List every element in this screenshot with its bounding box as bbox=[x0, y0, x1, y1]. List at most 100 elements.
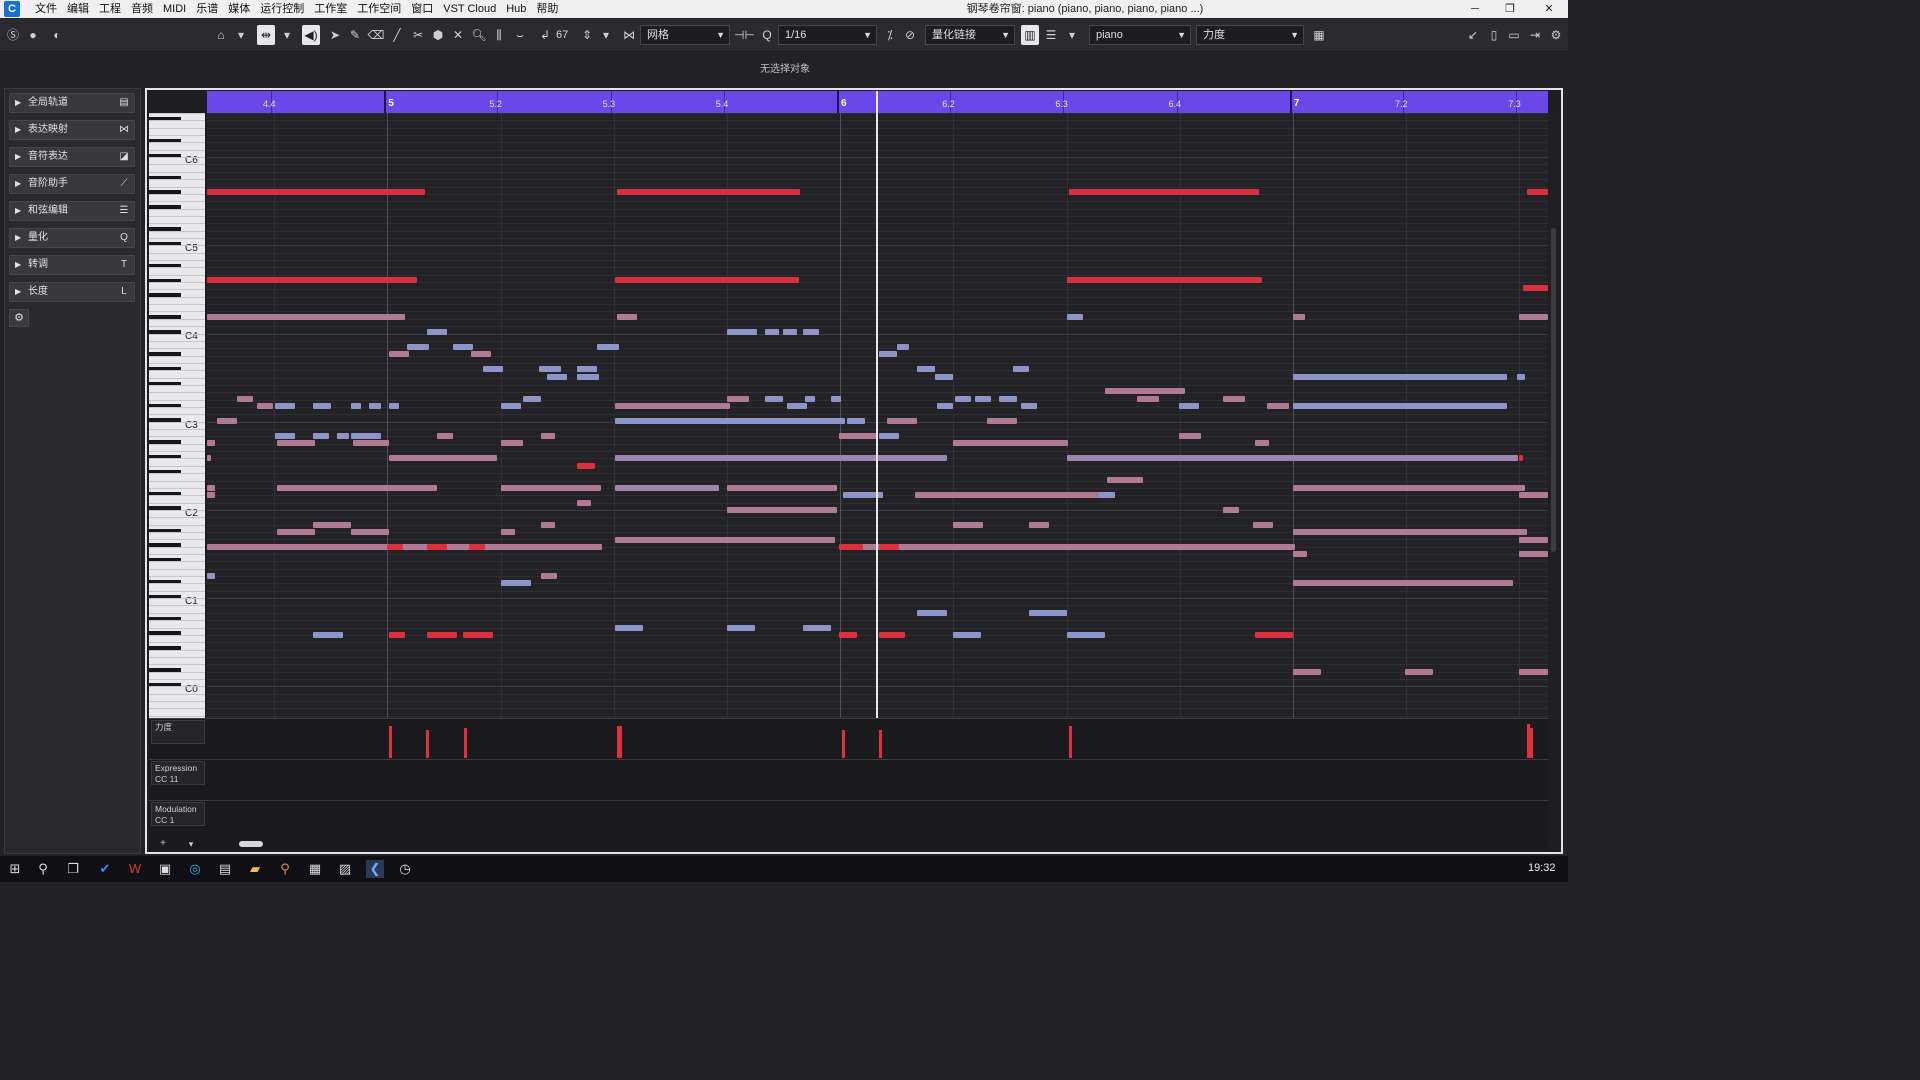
menu-item[interactable]: 窗口 bbox=[406, 0, 438, 18]
controller-lane-label[interactable]: Modulation CC 1 bbox=[151, 802, 205, 826]
file-explorer-icon[interactable]: ▰ bbox=[246, 860, 264, 878]
midi-note[interactable] bbox=[803, 625, 831, 631]
check-app-icon[interactable]: ✔ bbox=[96, 860, 114, 878]
glue-tool-icon[interactable]: ⬢ bbox=[429, 25, 447, 45]
menu-item[interactable]: 工作空间 bbox=[352, 0, 406, 18]
notes-icon[interactable]: ▤ bbox=[216, 860, 234, 878]
midi-note[interactable] bbox=[999, 396, 1017, 402]
solo-editor-icon[interactable]: Ⓢ bbox=[4, 25, 22, 45]
midi-note[interactable] bbox=[437, 433, 453, 439]
midi-note[interactable] bbox=[1519, 492, 1548, 498]
midi-note[interactable] bbox=[597, 344, 619, 350]
midi-note[interactable] bbox=[463, 632, 493, 638]
midi-note[interactable] bbox=[207, 277, 417, 283]
midi-note[interactable] bbox=[727, 507, 837, 513]
midi-note[interactable] bbox=[857, 433, 877, 439]
midi-note[interactable] bbox=[839, 632, 857, 638]
velocity-bar[interactable] bbox=[619, 726, 622, 758]
midi-note[interactable] bbox=[935, 374, 953, 380]
midi-note[interactable] bbox=[207, 189, 425, 195]
midi-note[interactable] bbox=[577, 374, 599, 380]
windows-start-icon[interactable]: ⊞ bbox=[6, 860, 24, 878]
midi-note[interactable] bbox=[615, 277, 799, 283]
midi-note[interactable] bbox=[539, 366, 561, 372]
midi-note[interactable] bbox=[523, 396, 541, 402]
close-button[interactable]: ✕ bbox=[1534, 0, 1564, 18]
midi-note[interactable] bbox=[1013, 366, 1029, 372]
midi-note[interactable] bbox=[1067, 314, 1083, 320]
midi-note[interactable] bbox=[1223, 396, 1245, 402]
keyboard-icon[interactable]: ▦ bbox=[1310, 25, 1328, 45]
arrow-icon[interactable]: ↙ bbox=[1464, 25, 1482, 45]
search-app-icon[interactable]: ⚲ bbox=[276, 860, 294, 878]
inspector-section[interactable]: ▶ 和弦编辑 ☰ bbox=[9, 201, 135, 221]
restore-button[interactable]: ❐ bbox=[1495, 0, 1525, 18]
midi-note[interactable] bbox=[369, 403, 381, 409]
midi-note[interactable] bbox=[1067, 544, 1295, 550]
midi-note[interactable] bbox=[257, 403, 273, 409]
midi-note[interactable] bbox=[1527, 189, 1548, 195]
menu-item[interactable]: 媒体 bbox=[223, 0, 255, 18]
midi-note[interactable] bbox=[1523, 285, 1548, 291]
controller-lane[interactable]: Expression CC 11 bbox=[149, 759, 1548, 801]
inspector-section[interactable]: ▶ 量化 Q bbox=[9, 228, 135, 248]
midi-note[interactable] bbox=[1105, 388, 1185, 394]
midi-note[interactable] bbox=[337, 433, 349, 439]
trim-tool-icon[interactable]: ╱ bbox=[388, 25, 406, 45]
snap-dropdown-icon[interactable]: ▾ bbox=[278, 25, 296, 45]
midi-note[interactable] bbox=[217, 418, 237, 424]
photos-icon[interactable]: ▨ bbox=[336, 860, 354, 878]
midi-note[interactable] bbox=[617, 189, 800, 195]
midi-note[interactable] bbox=[1293, 314, 1305, 320]
midi-note[interactable] bbox=[879, 433, 899, 439]
midi-note[interactable] bbox=[541, 433, 555, 439]
midi-note[interactable] bbox=[887, 418, 917, 424]
midi-note[interactable] bbox=[1029, 610, 1067, 616]
midi-note[interactable] bbox=[577, 366, 597, 372]
midi-note[interactable] bbox=[615, 625, 643, 631]
velocity-bar[interactable] bbox=[842, 730, 845, 758]
menu-item[interactable]: 编辑 bbox=[62, 0, 94, 18]
midi-note[interactable] bbox=[547, 374, 567, 380]
midi-note[interactable] bbox=[541, 573, 557, 579]
calculator-icon[interactable]: ▦ bbox=[306, 860, 324, 878]
menu-item[interactable]: 音频 bbox=[126, 0, 158, 18]
midi-note[interactable] bbox=[1293, 374, 1507, 380]
midi-note[interactable] bbox=[1293, 551, 1307, 557]
midi-note[interactable] bbox=[1137, 396, 1159, 402]
search-icon[interactable]: ⚲ bbox=[34, 860, 52, 878]
midi-note[interactable] bbox=[727, 329, 757, 335]
midi-note[interactable] bbox=[1067, 277, 1262, 283]
split-tool-icon[interactable]: ✂ bbox=[409, 25, 427, 45]
velocity-bar[interactable] bbox=[1530, 728, 1533, 758]
lower-zone-icon[interactable]: ▭ bbox=[1505, 25, 1523, 45]
midi-note[interactable] bbox=[207, 492, 215, 498]
controller-lane[interactable]: Modulation CC 1 bbox=[149, 800, 1548, 841]
midi-note[interactable] bbox=[727, 396, 749, 402]
playhead-cursor[interactable] bbox=[876, 91, 878, 721]
midi-note[interactable] bbox=[1405, 669, 1433, 675]
midi-note[interactable] bbox=[1293, 403, 1507, 409]
midi-note[interactable] bbox=[953, 440, 1068, 446]
left-zone-icon[interactable]: ▯ bbox=[1485, 25, 1503, 45]
add-lane-icon[interactable]: + bbox=[157, 838, 169, 850]
midi-note[interactable] bbox=[857, 492, 877, 498]
midi-note[interactable] bbox=[351, 433, 381, 439]
vertical-scrollbar[interactable] bbox=[1549, 113, 1559, 718]
menu-item[interactable]: 工作室 bbox=[309, 0, 352, 18]
snap-icon[interactable]: ⇹ bbox=[257, 25, 275, 45]
midi-note[interactable] bbox=[975, 396, 991, 402]
midi-note[interactable] bbox=[915, 492, 1115, 498]
midi-note[interactable] bbox=[1253, 522, 1273, 528]
midi-note[interactable] bbox=[501, 529, 515, 535]
drumstick-tool-icon[interactable]: ⌣ bbox=[511, 25, 529, 45]
midi-note[interactable] bbox=[1067, 632, 1105, 638]
midi-note[interactable] bbox=[1179, 433, 1201, 439]
snap-grid-icon[interactable]: ⋈ bbox=[620, 25, 638, 45]
midi-note[interactable] bbox=[351, 529, 389, 535]
midi-note[interactable] bbox=[1223, 507, 1239, 513]
midi-note[interactable] bbox=[501, 403, 521, 409]
midi-note[interactable] bbox=[501, 440, 523, 446]
midi-note[interactable] bbox=[483, 366, 503, 372]
midi-note[interactable] bbox=[207, 455, 211, 461]
